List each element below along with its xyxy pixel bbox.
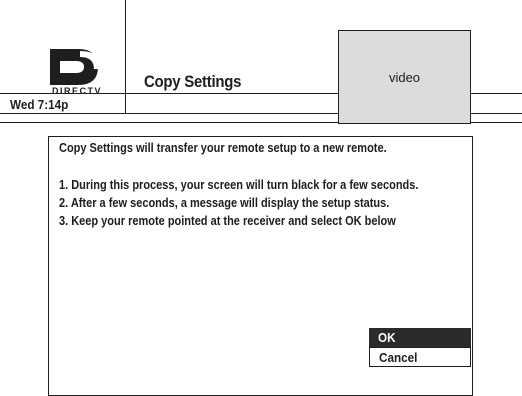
cancel-button-label: Cancel	[379, 350, 418, 365]
dialog-step-2: 2. After a few seconds, a message will d…	[59, 196, 390, 210]
ok-button-label: OK	[378, 330, 396, 345]
video-label: video	[388, 69, 421, 85]
dialog-step-3: 3. Keep your remote pointed at the recei…	[59, 214, 396, 228]
clock-time: Wed 7:14p	[10, 97, 69, 112]
ok-button[interactable]: OK	[369, 328, 471, 348]
logo-wordmark: DIRECTV	[51, 86, 102, 96]
header-vertical-divider	[125, 0, 126, 114]
video-preview: video	[338, 30, 471, 124]
page-title: Copy Settings	[144, 72, 242, 91]
directv-logo-icon	[50, 49, 102, 85]
dialog-step-1: 1. During this process, your screen will…	[59, 178, 419, 192]
cancel-button[interactable]: Cancel	[369, 347, 471, 367]
dialog-intro-text: Copy Settings will transfer your remote …	[59, 141, 387, 155]
